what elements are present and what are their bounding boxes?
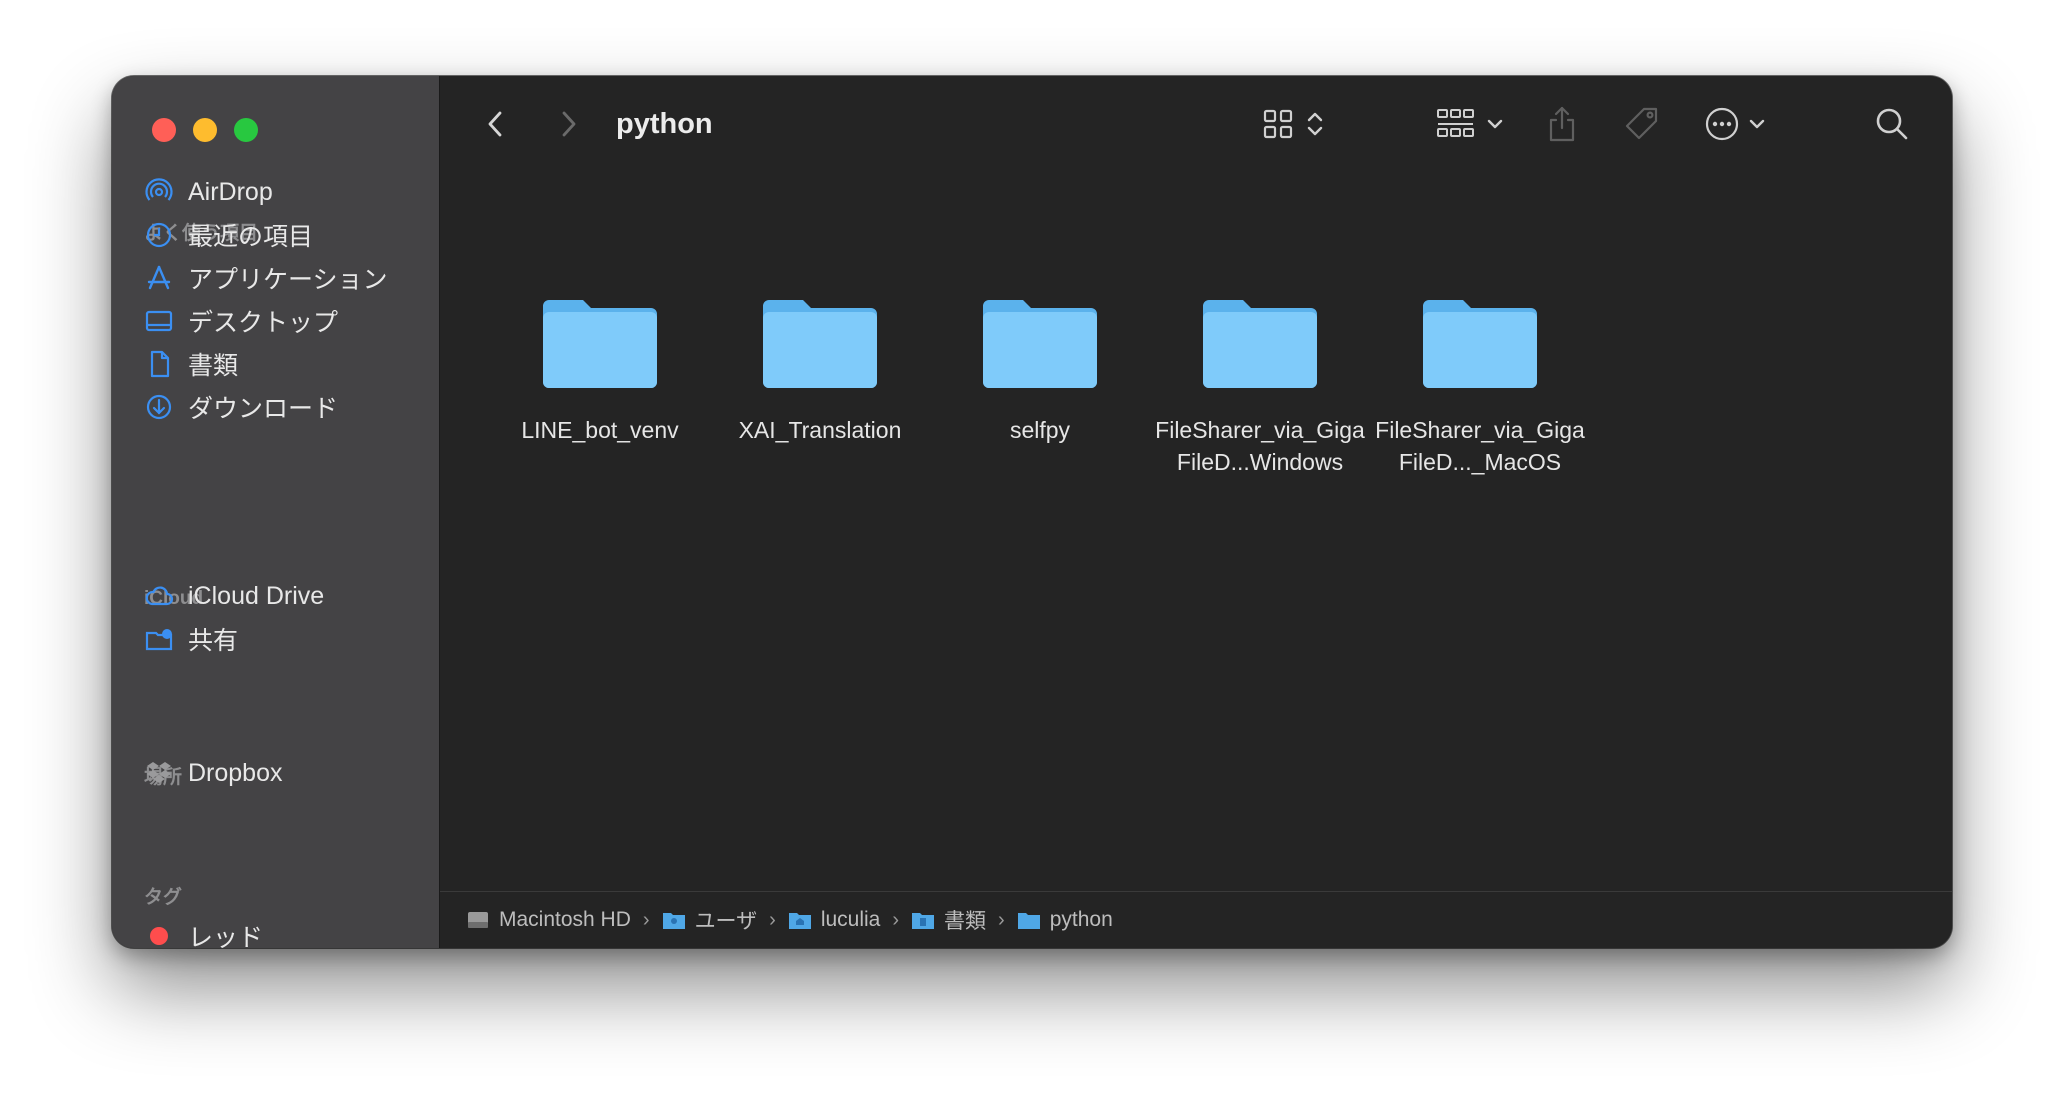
- folder-name: FileSharer_via_GigaFileD..._MacOS: [1375, 417, 1585, 475]
- folder-item[interactable]: LINE_bot_venv: [490, 294, 710, 446]
- finder-window: よく使う項目 AirDrop 最近の項目 アプリケーション デスクトップ 書類 …: [112, 76, 1952, 948]
- document-icon: [144, 349, 174, 379]
- file-grid: LINE_bot_venv XAI_Translation selfpy Fil…: [440, 176, 1952, 892]
- path-bar: Macintosh HD › ユーザ › luculia › 書類 › pyth…: [440, 891, 1952, 948]
- more-actions-button[interactable]: [1704, 102, 1768, 146]
- folder-name: FileSharer_via_GigaFileD...Windows: [1155, 417, 1365, 475]
- ellipsis-circle-icon: [1705, 107, 1739, 141]
- breadcrumb-item[interactable]: 書類: [911, 905, 986, 935]
- breadcrumb-label: 書類: [944, 910, 987, 933]
- folder-icon: [543, 300, 657, 388]
- chevron-down-icon: [1487, 119, 1503, 129]
- folder-icon: [1423, 300, 1537, 388]
- sidebar-item-label: 最近の項目: [188, 223, 314, 251]
- breadcrumb-label: ユーザ: [694, 910, 758, 933]
- tag-dot-icon: [144, 921, 174, 948]
- sidebar-item-label: アプリケーション: [188, 266, 388, 294]
- sidebar-item-label: レッド: [188, 924, 264, 948]
- icon-view-icon: [1263, 109, 1293, 139]
- window-title: python: [616, 108, 713, 140]
- forward-button[interactable]: [548, 104, 588, 144]
- chevron-updown-icon: [1307, 112, 1323, 136]
- documents-folder-icon: [912, 913, 935, 929]
- share-button[interactable]: [1546, 102, 1578, 146]
- group-grid-icon: [1437, 109, 1474, 137]
- sidebar-item-label: iCloud Drive: [188, 581, 325, 610]
- minimize-button[interactable]: [193, 118, 217, 142]
- breadcrumb-label: python: [1049, 908, 1113, 931]
- breadcrumb-separator: ›: [998, 908, 1005, 931]
- sidebar-item-downloads[interactable]: ダウンロード: [144, 385, 424, 429]
- breadcrumb-item[interactable]: ユーザ: [662, 905, 758, 935]
- back-button[interactable]: [476, 104, 516, 144]
- sidebar-item-desktop[interactable]: デスクトップ: [144, 299, 424, 343]
- cloud-icon: [144, 581, 174, 611]
- users-folder-icon: [662, 913, 685, 929]
- sidebar-item-documents[interactable]: 書類: [144, 342, 424, 386]
- sidebar-item-tag-red[interactable]: レッド: [144, 914, 424, 948]
- share-icon: [1549, 106, 1575, 142]
- breadcrumb-label: luculia: [820, 908, 881, 931]
- breadcrumb-item[interactable]: python: [1017, 908, 1113, 932]
- breadcrumb-item[interactable]: luculia: [788, 908, 881, 932]
- close-button[interactable]: [152, 118, 176, 142]
- main-pane: python LINE_bot_venv XAI_Translation sel…: [440, 76, 1952, 948]
- shared-folder-icon: [144, 624, 174, 654]
- hard-drive-icon: [468, 912, 488, 928]
- tag-button[interactable]: [1622, 102, 1662, 146]
- breadcrumb-separator: ›: [892, 908, 900, 931]
- breadcrumb-item[interactable]: Macintosh HD: [466, 908, 631, 932]
- folder-item[interactable]: selfpy: [930, 294, 1150, 446]
- desktop-icon: [144, 306, 174, 336]
- applications-icon: [144, 263, 174, 293]
- view-mode-button[interactable]: [1262, 102, 1326, 146]
- sidebar-item-label: ダウンロード: [188, 395, 339, 423]
- zoom-button[interactable]: [234, 118, 258, 142]
- folder-name: XAI_Translation: [738, 417, 902, 443]
- section-tags: タグ: [144, 887, 183, 908]
- sidebar-item-recents[interactable]: 最近の項目: [144, 213, 424, 257]
- breadcrumb-label: Macintosh HD: [499, 908, 631, 931]
- chevron-down-icon: [1749, 119, 1765, 129]
- sidebar-item-dropbox[interactable]: Dropbox: [144, 751, 424, 795]
- sidebar-item-airdrop[interactable]: AirDrop: [144, 170, 424, 214]
- breadcrumb-separator: ›: [769, 908, 776, 931]
- folder-item[interactable]: XAI_Translation: [710, 294, 930, 446]
- sidebar-item-label: デスクトップ: [188, 309, 339, 337]
- folder-icon: [1203, 300, 1317, 388]
- search-button[interactable]: [1874, 102, 1910, 146]
- chevron-right-icon: [562, 111, 576, 137]
- sidebar-item-label: AirDrop: [188, 177, 273, 206]
- folder-icon: [763, 300, 877, 388]
- home-folder-icon: [788, 913, 811, 929]
- folder-icon: [983, 300, 1097, 388]
- clock-icon: [144, 220, 174, 250]
- folder-name: selfpy: [1009, 417, 1071, 443]
- sidebar-item-shared[interactable]: 共有: [144, 617, 424, 661]
- folder-name: LINE_bot_venv: [521, 417, 679, 443]
- sidebar: よく使う項目 AirDrop 最近の項目 アプリケーション デスクトップ 書類 …: [112, 76, 440, 948]
- breadcrumb-separator: ›: [642, 908, 650, 931]
- sidebar-item-label: 共有: [188, 627, 239, 655]
- sidebar-item-icloud-drive[interactable]: iCloud Drive: [144, 574, 424, 618]
- sidebar-item-applications[interactable]: アプリケーション: [144, 256, 424, 300]
- chevron-left-icon: [488, 111, 502, 137]
- download-icon: [144, 392, 174, 422]
- group-button[interactable]: [1436, 102, 1506, 146]
- window-controls: [152, 118, 258, 142]
- folder-icon: [1017, 913, 1040, 929]
- folder-item[interactable]: FileSharer_via_GigaFileD..._MacOS: [1370, 294, 1590, 478]
- toolbar: python: [440, 76, 1952, 176]
- airdrop-icon: [144, 177, 174, 207]
- search-icon: [1876, 108, 1908, 140]
- sidebar-item-label: Dropbox: [188, 758, 283, 787]
- folder-item[interactable]: FileSharer_via_GigaFileD...Windows: [1150, 294, 1370, 478]
- tag-icon: [1625, 107, 1658, 140]
- dropbox-icon: [144, 758, 174, 788]
- sidebar-item-label: 書類: [188, 352, 239, 380]
